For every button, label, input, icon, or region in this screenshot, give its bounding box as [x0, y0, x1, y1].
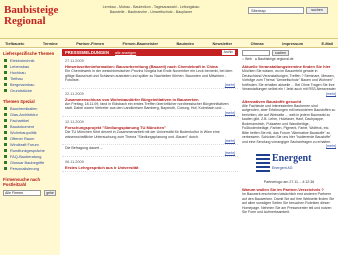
bullet-icon [4, 58, 7, 62]
news-date: 06.11.2009 [65, 159, 84, 164]
energent-ad[interactable]: Energent Energent AG [254, 150, 324, 180]
right-column: suchen ○ Web ● Baubisteige-regional.de A… [240, 49, 338, 255]
news-date: 22.11.2009 [65, 91, 84, 96]
news-item: 27.11.2009 Hinweisseiteninformation: Bauv… [62, 56, 238, 89]
news-title[interactable]: Erstes Lehrgespräch aus ir Universität [65, 165, 235, 170]
nav-item[interactable]: Impressum [282, 39, 303, 47]
energent-logo-icon [256, 154, 270, 174]
right-item-more-link[interactable]: [mehr] [242, 144, 336, 148]
news-item: 12.11.2009 Forschungsprojekt "Siedlungspl… [62, 117, 238, 146]
company-select[interactable]: Alle Firmen [3, 190, 41, 196]
left-sidebar: Lieferspezifische Themen Elektrotechnik L… [0, 49, 60, 255]
tagline-line2: Baustelle - Baubranche - Umweltschutz - … [109, 10, 193, 14]
news-body: Ein Chemiewerk in der westchinesischen P… [65, 69, 233, 83]
bottom-body: Im Bauwerk erscheinen tatsächlich erst a… [242, 192, 335, 214]
right-item-body: Möchten Sie wissen, wo im Bauumfeld gera… [242, 69, 336, 91]
news-more-link[interactable]: [mehr] [65, 83, 235, 87]
bullet-icon [4, 88, 7, 92]
bullet-icon [4, 106, 7, 110]
bullet-icon [4, 136, 7, 140]
nav-item[interactable]: E-Mail [322, 39, 333, 47]
sidebar-item-label: Offener Raum [10, 135, 35, 141]
news-header-bar: PRESSEMELDUNGEN alle anzeigen Archiv [62, 49, 238, 56]
sidebar-item-label: Bergmannbau [10, 81, 35, 87]
news-more-link[interactable]: [mehr] [65, 151, 235, 155]
nav-item[interactable]: Ohmax [251, 39, 264, 47]
sidebar-item-label: Glossar Baubegriffe [10, 159, 45, 165]
sidebar-item-label: Tiefbau [10, 75, 23, 81]
news-more-link[interactable]: [mehr] [65, 111, 235, 115]
news-item: 22.11.2009 Zusammenschluss von Wohnbaudör… [62, 89, 238, 117]
search-button[interactable]: suchen [306, 7, 328, 14]
right-item-more-link[interactable]: [mehr] [242, 92, 336, 96]
news-date: 12.11.2009 [65, 119, 84, 124]
sidebar-item-label: Grundstücke [10, 87, 33, 93]
right-search-button[interactable]: suchen [272, 49, 289, 56]
bullet-icon [4, 154, 7, 158]
ad-sub: Energent AG [272, 166, 293, 170]
sidebar-item-label: FAQ-Bauberatung [10, 153, 42, 159]
sidebar-item-label: Personalisierung [10, 165, 39, 171]
news-item: Die Befragung dauert ... [mehr] [62, 145, 238, 157]
right-search-input[interactable] [242, 49, 270, 56]
sidebar-section3-title: Firmensuche nach Postleitzahl [3, 177, 41, 187]
site-logo[interactable]: Baubisteige Regional [4, 5, 58, 27]
sidebar-item-label: Elektrotechnik [10, 57, 35, 63]
right-item-body: Alle Fachleute und interessierten Bauher… [242, 103, 336, 144]
bullet-icon [4, 148, 7, 152]
ad-footer: Partnerlogo am 27.11. - 4:12:36 [263, 180, 315, 184]
sidebar-item-label: Wohnbaupolitik [10, 129, 37, 135]
site-tagline: Lernbau - Mobau - Baulexikon - Tagesausw… [86, 5, 216, 15]
radio-site-label: Baubisteige-regional.de [257, 57, 294, 61]
sidebar-section2-title: Themen Spezial [3, 99, 35, 104]
sidebar-item-label: Rundfunkgespräche [10, 147, 45, 153]
bullet-icon [4, 124, 7, 128]
sidebar-item-label: Hochbau [10, 69, 26, 75]
bullet-icon [4, 76, 7, 80]
nav-item[interactable]: Newsletter [212, 39, 232, 47]
radio-web-label: Web [245, 57, 252, 61]
bullet-icon [4, 118, 7, 122]
bullet-icon [4, 112, 7, 116]
bullet-icon [4, 70, 7, 74]
sidebar-item-label: Bauchemikalien [10, 105, 38, 111]
bullet-icon [4, 142, 7, 146]
logo-line2: Regional [4, 15, 46, 27]
bullet-icon [4, 160, 7, 164]
nav-item[interactable]: Tiefbauetc [5, 39, 24, 47]
nav-item[interactable]: Firmen-Baumeister [123, 39, 158, 47]
news-archive-button[interactable]: Archiv [221, 50, 235, 55]
radio-site[interactable]: ● Baubisteige-regional.de [255, 57, 294, 61]
news-show-all-link[interactable]: alle anzeigen [115, 51, 136, 55]
news-column: PRESSEMELDUNGEN alle anzeigen Archiv 27.… [62, 49, 238, 255]
sidebar-item-label: Fachartikel [10, 117, 30, 123]
nav-item[interactable]: Termine [43, 39, 58, 47]
news-more-link[interactable]: [mehr] [65, 139, 235, 143]
search-input[interactable]: Sitemap [248, 7, 304, 14]
news-item: 06.11.2009 Erstes Lehrgespräch aus ir Uni… [62, 157, 238, 172]
bullet-icon [4, 166, 7, 170]
nav-item[interactable]: Partner-Firmen [76, 39, 104, 47]
go-button[interactable]: gehe [44, 190, 56, 196]
sidebar-item-label: Glas-Architektur [10, 111, 38, 117]
radio-web[interactable]: ○ Web [242, 57, 252, 61]
news-bar-title: PRESSEMELDUNGEN [65, 50, 109, 55]
news-date: 27.11.2009 [65, 59, 84, 63]
nav-item[interactable]: Bauindex [176, 39, 194, 47]
sidebar-item-label: Lebensbau [10, 63, 30, 69]
bullet-icon [4, 64, 7, 68]
bullet-icon [4, 82, 7, 86]
bullet-icon [4, 130, 7, 134]
main-nav: Tiefbauetc Termine Partner-Firmen Firmen-Ba… [0, 39, 338, 48]
sidebar-item-label: Windkraft Forum [10, 141, 39, 147]
news-body: Am Freitag, 18.11.09, fand in Eidsbach e… [65, 101, 229, 111]
news-body: Die TU München führt derzeit in Zusammen… [65, 129, 220, 139]
ad-brand: Energent [272, 153, 312, 164]
sidebar-section1-title: Lieferspezifische Themen [3, 51, 55, 56]
sidebar-item-label: Baudokument [10, 123, 35, 129]
site-header: Baubisteige Regional Lernbau - Mobau - B… [0, 0, 338, 39]
